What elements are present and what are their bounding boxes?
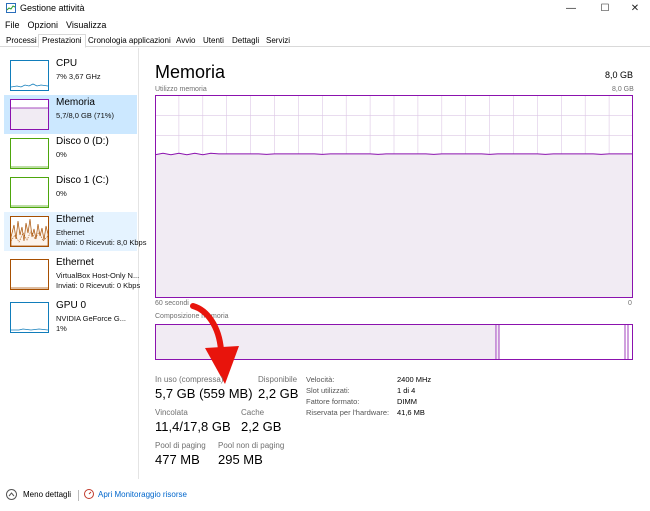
slots-value: 1 di 4	[397, 386, 416, 395]
graph-time-label: 60 secondi	[155, 300, 189, 307]
sidebar-item-traffic: Inviati: 0 Ricevuti: 8,0 Kbps	[56, 238, 147, 247]
tab-strip: Processi Prestazioni Cronologia applicaz…	[0, 33, 650, 48]
available-label: Disponibile	[258, 375, 298, 384]
title-bar: Gestione attività — ☐ ✕	[0, 0, 650, 17]
menu-file[interactable]: File	[5, 20, 20, 30]
sidebar-item-cpu[interactable]: CPU 7% 3,67 GHz	[4, 56, 137, 95]
slots-label: Slot utilizzati:	[306, 386, 350, 395]
graph-max-label: 8,0 GB	[612, 86, 634, 93]
minimize-button[interactable]: —	[556, 0, 586, 17]
nonpaged-pool-label: Pool non di paging	[218, 441, 285, 450]
performance-sidebar: CPU 7% 3,67 GHz Memoria 5,7/8,0 GB (71%)…	[0, 48, 146, 479]
tab-processes[interactable]: Processi	[2, 34, 41, 47]
sidebar-item-detail: NVIDIA GeForce G...	[56, 314, 127, 323]
menu-bar: File Opzioni Visualizza	[0, 17, 650, 32]
tab-services[interactable]: Servizi	[262, 34, 294, 47]
disk0-thumbnail	[10, 138, 49, 169]
graph-min-label: 0	[628, 300, 632, 307]
form-factor-label: Fattore formato:	[306, 397, 360, 406]
memory-usage-graph	[155, 95, 633, 298]
speed-value: 2400 MHz	[397, 375, 432, 384]
disk1-thumbnail	[10, 177, 49, 208]
ethernet-thumbnail	[10, 216, 49, 247]
sidebar-item-usage: 1%	[56, 324, 67, 333]
window-title: Gestione attività	[20, 3, 85, 13]
in-use-label: In uso (compressa)	[155, 375, 224, 384]
open-resource-monitor-link[interactable]: Apri Monitoraggio risorse	[84, 489, 187, 499]
sidebar-item-label: Memoria	[56, 97, 95, 108]
sidebar-item-detail: Ethernet	[56, 228, 85, 237]
task-manager-icon	[6, 3, 16, 13]
footer: Meno dettagli Apri Monitoraggio risorse	[0, 480, 650, 511]
tab-app-history[interactable]: Cronologia applicazioni	[84, 34, 175, 47]
sidebar-item-label: Ethernet	[56, 214, 94, 225]
cache-value: 2,2 GB	[241, 419, 282, 434]
tab-users[interactable]: Utenti	[199, 34, 228, 47]
footer-divider	[78, 490, 79, 501]
sidebar-item-label: GPU 0	[56, 300, 87, 311]
available-value: 2,2 GB	[258, 386, 299, 401]
sidebar-item-label: CPU	[56, 58, 78, 69]
gpu-thumbnail	[10, 302, 49, 333]
menu-view[interactable]: Visualizza	[66, 20, 106, 30]
tab-performance[interactable]: Prestazioni	[38, 34, 86, 48]
tab-startup[interactable]: Avvio	[172, 34, 199, 47]
sidebar-item-label: Disco 0 (D:)	[56, 136, 109, 147]
sidebar-item-detail: 7% 3,67 GHz	[56, 72, 101, 81]
form-factor-value: DIMM	[397, 397, 417, 406]
sidebar-item-disk1[interactable]: Disco 1 (C:) 0%	[4, 173, 137, 212]
close-button[interactable]: ✕	[620, 0, 650, 17]
graph-label: Utilizzo memoria	[155, 86, 207, 93]
menu-options[interactable]: Opzioni	[28, 20, 59, 30]
resource-monitor-label: Apri Monitoraggio risorse	[98, 489, 187, 499]
memory-total: 8,0 GB	[605, 70, 634, 80]
cpu-thumbnail	[10, 60, 49, 91]
less-details-button[interactable]: Meno dettagli	[6, 489, 71, 500]
cache-label: Cache	[241, 408, 265, 417]
sidebar-item-detail: 0%	[56, 150, 67, 159]
ethernet-virtualbox-thumbnail	[10, 259, 49, 290]
sidebar-item-ethernet-virtualbox[interactable]: Ethernet VirtualBox Host-Only N... Invia…	[4, 255, 141, 294]
in-use-value: 5,7 GB (559 MB)	[155, 386, 253, 401]
sidebar-item-detail: 0%	[56, 189, 67, 198]
maximize-button[interactable]: ☐	[590, 0, 620, 17]
sidebar-item-detail: 5,7/8,0 GB (71%)	[56, 111, 114, 120]
nonpaged-pool-value: 295 MB	[218, 452, 263, 467]
paged-pool-label: Pool di paging	[155, 441, 206, 450]
paged-pool-value: 477 MB	[155, 452, 200, 467]
memory-usage-area	[155, 153, 633, 298]
hardware-reserved-label: Riservata per l'hardware:	[306, 408, 390, 417]
sidebar-item-ethernet[interactable]: Ethernet Ethernet Inviati: 0 Ricevuti: 8…	[4, 212, 146, 251]
sidebar-item-disk0[interactable]: Disco 0 (D:) 0%	[4, 134, 137, 173]
sidebar-item-memory[interactable]: Memoria 5,7/8,0 GB (71%)	[4, 95, 137, 134]
tab-details[interactable]: Dettagli	[228, 34, 263, 47]
committed-label: Vincolata	[155, 408, 188, 417]
speed-label: Velocità:	[306, 375, 335, 384]
resource-monitor-icon	[84, 489, 94, 499]
sidebar-item-gpu[interactable]: GPU 0 NVIDIA GeForce G... 1%	[4, 298, 137, 337]
sidebar-item-traffic: Inviati: 0 Ricevuti: 0 Kbps	[56, 281, 141, 290]
sidebar-item-label: Disco 1 (C:)	[56, 175, 109, 186]
sidebar-item-detail: VirtualBox Host-Only N...	[56, 271, 140, 280]
page-title: Memoria	[155, 62, 226, 82]
sidebar-item-label: Ethernet	[56, 257, 94, 268]
memory-thumbnail	[10, 99, 49, 130]
hardware-reserved-value: 41,6 MB	[397, 408, 425, 417]
less-details-label: Meno dettagli	[23, 490, 72, 499]
committed-value: 11,4/17,8 GB	[155, 419, 231, 434]
chevron-up-icon	[6, 489, 17, 500]
